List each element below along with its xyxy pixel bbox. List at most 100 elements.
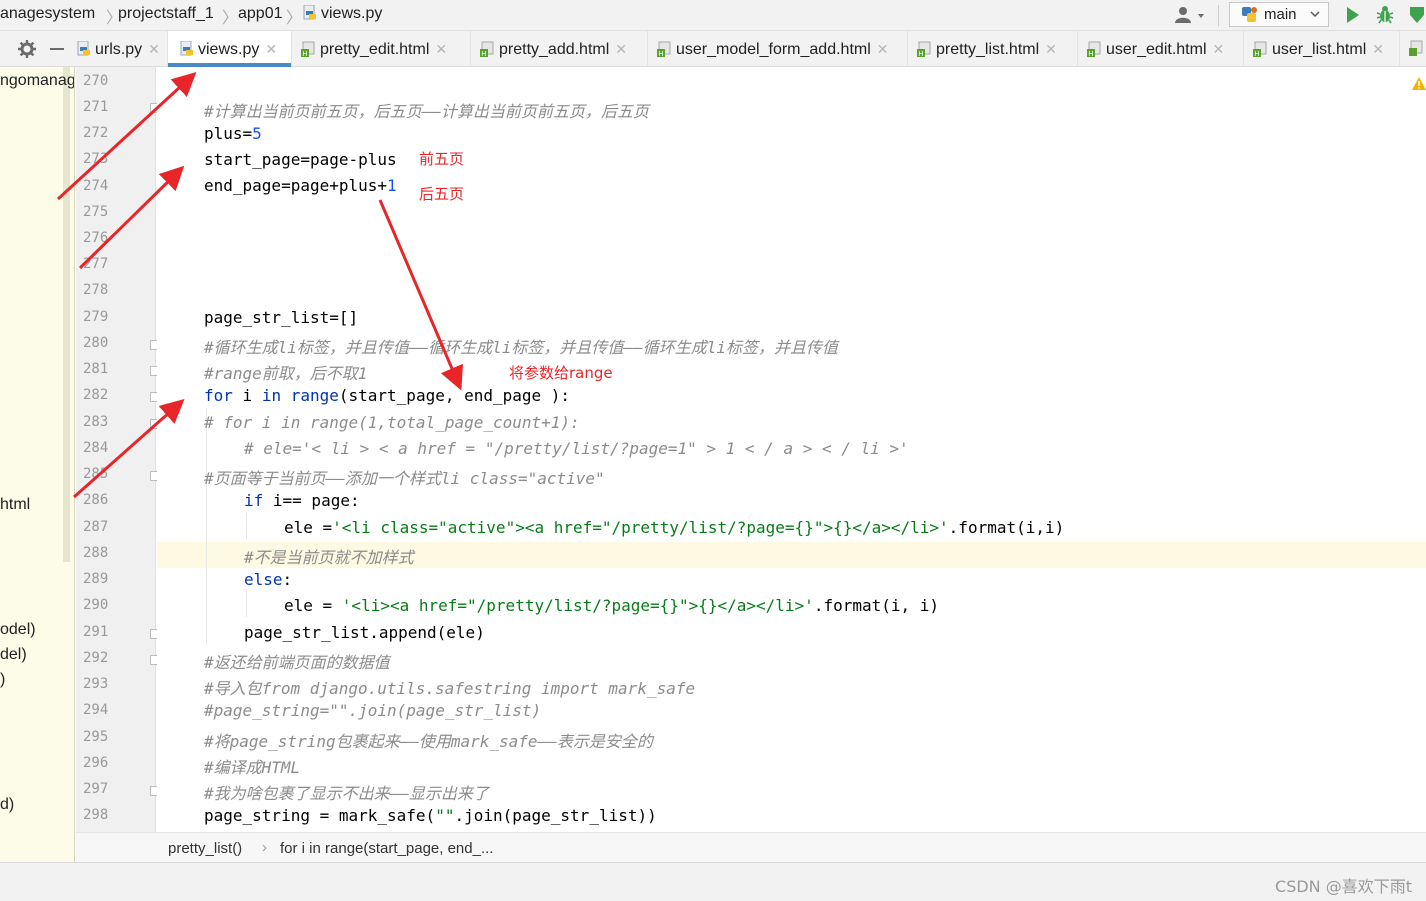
code-token: "" — [435, 806, 455, 825]
project-panel: ngomanage html odel) del) ) d) — [0, 67, 75, 862]
tab-user-list-html[interactable]: Huser_list.html ✕ — [1244, 31, 1400, 66]
code-token: page_string = mark_safe( — [204, 806, 436, 825]
close-icon[interactable]: ✕ — [1372, 41, 1384, 57]
close-icon[interactable]: ✕ — [877, 41, 889, 57]
code-line-297: #我为啥包裹了显示不出来——显示出来了 — [204, 784, 489, 803]
annotation-range-args: 将参数给range — [509, 364, 613, 382]
code-token: '<li><a href="/pretty/list/?page={}">{}<… — [341, 596, 814, 615]
run-icon[interactable] — [1345, 6, 1361, 24]
project-tree-item[interactable]: odel) — [0, 621, 36, 639]
line-number: 292 — [83, 650, 109, 666]
line-number: 274 — [83, 178, 109, 194]
tab-views-py[interactable]: views.py ✕ — [168, 31, 292, 67]
project-tree-item[interactable]: del) — [0, 646, 27, 664]
debug-icon[interactable] — [1376, 5, 1394, 25]
code-token: range — [281, 386, 339, 405]
tab-pretty-list-html[interactable]: Hpretty_list.html ✕ — [908, 31, 1078, 66]
breadcrumb-folder-app01[interactable]: app01 — [238, 5, 283, 23]
line-number: 289 — [83, 571, 109, 587]
tab-user-edit-html[interactable]: Huser_edit.html ✕ — [1078, 31, 1244, 66]
breadcrumb-folder-projectstaff[interactable]: projectstaff_1 — [118, 5, 214, 23]
code-token: if — [244, 491, 264, 510]
toolbar-divider — [1218, 5, 1219, 26]
breadcrumb-file[interactable]: views.py — [303, 5, 382, 23]
warning-icon[interactable] — [1412, 77, 1426, 90]
line-number: 281 — [83, 361, 109, 377]
line-number: 279 — [83, 309, 109, 325]
run-config-selector[interactable]: main — [1229, 2, 1329, 27]
close-icon[interactable]: ✕ — [615, 41, 627, 57]
status-bar: CSDN @喜欢下雨t — [0, 862, 1426, 901]
line-number: 270 — [83, 73, 109, 89]
tab-overflow[interactable] — [1400, 31, 1426, 66]
line-number: 291 — [83, 624, 109, 640]
breadcrumb-separator: 〉 — [222, 10, 239, 27]
breadcrumb-project[interactable]: anagesystem — [0, 5, 95, 23]
indent-guide — [246, 591, 247, 617]
navigation-bar: anagesystem 〉 projectstaff_1 〉 app01 〉 v… — [0, 0, 1426, 31]
line-number: 297 — [83, 781, 109, 797]
code-line-290: ele = '<li><a href="/pretty/list/?page={… — [284, 596, 939, 615]
code-line-298: page_string = mark_safe("".join(page_str… — [204, 806, 657, 825]
svg-text:H: H — [658, 50, 663, 57]
close-icon[interactable]: ✕ — [1213, 41, 1225, 57]
code-token: ele = — [284, 596, 342, 615]
chevron-down-icon — [1310, 11, 1320, 18]
code-token: : — [282, 570, 293, 589]
code-token: plus= — [204, 124, 253, 143]
code-token: 1 — [387, 176, 397, 195]
line-number: 275 — [83, 204, 109, 220]
user-account-icon[interactable] — [1174, 6, 1208, 24]
line-number: 287 — [83, 519, 109, 535]
code-token: ele = — [284, 518, 333, 537]
tab-user-model-form-add-html[interactable]: Huser_model_form_add.html ✕ — [648, 31, 908, 66]
close-icon[interactable]: ✕ — [148, 41, 160, 57]
line-number: 285 — [83, 466, 109, 482]
line-number: 273 — [83, 151, 109, 167]
line-number: 293 — [83, 676, 109, 692]
tab-label: user_list.html — [1272, 41, 1367, 58]
line-number: 284 — [83, 440, 109, 456]
tab-label: user_edit.html — [1106, 41, 1207, 58]
annotation-prev-five: 前五页 — [419, 150, 465, 168]
svg-text:H: H — [481, 50, 486, 57]
html-file-icon — [1409, 40, 1423, 56]
code-line-289: else: — [244, 570, 292, 589]
close-icon[interactable]: ✕ — [435, 41, 447, 57]
hide-panel-icon[interactable] — [50, 48, 64, 50]
code-line-271: #计算出当前页前五页，后五页——计算出当前页前五页，后五页 — [204, 102, 649, 121]
tab-label: views.py — [198, 41, 260, 58]
project-tree-item[interactable]: ngomanage — [0, 72, 74, 90]
project-tree-item[interactable]: html — [0, 496, 30, 514]
svg-text:H: H — [1088, 50, 1093, 57]
tab-pretty-add-html[interactable]: Hpretty_add.html ✕ — [471, 31, 648, 66]
project-tree-item[interactable]: d) — [0, 796, 14, 814]
close-icon[interactable]: ✕ — [1045, 41, 1057, 57]
tab-label: pretty_add.html — [499, 41, 610, 58]
code-editor[interactable]: #计算出当前页前五页，后五页——计算出当前页前五页，后五页 plus=5 sta… — [157, 67, 1426, 832]
project-tree-item[interactable]: ) — [0, 671, 5, 689]
code-line-274: end_page=page+plus+1 — [204, 176, 397, 195]
watermark: CSDN @喜欢下雨t — [1275, 877, 1412, 896]
code-line-287: ele ='<li class="active"><a href="/prett… — [284, 518, 1064, 537]
tab-urls-py[interactable]: urls.py ✕ — [73, 31, 168, 66]
gear-icon[interactable] — [18, 40, 36, 58]
line-number: 298 — [83, 807, 109, 823]
code-line-273: start_page=page-plus — [204, 150, 397, 169]
code-token: (start_page, end_page ): — [338, 386, 571, 405]
tab-label: user_model_form_add.html — [676, 41, 871, 58]
code-token: i — [232, 386, 262, 405]
line-number: 288 — [83, 545, 109, 561]
code-token: 5 — [252, 124, 262, 143]
line-number: 295 — [83, 729, 109, 745]
line-number: 272 — [83, 125, 109, 141]
code-token: else — [244, 570, 283, 589]
coverage-icon[interactable] — [1408, 5, 1426, 25]
project-scrollbar[interactable] — [63, 67, 70, 562]
tab-pretty-edit-html[interactable]: Hpretty_edit.html ✕ — [292, 31, 471, 66]
code-breadcrumb-loop[interactable]: for i in range(start_page, end_... — [280, 840, 493, 857]
line-number: 286 — [83, 492, 109, 508]
code-breadcrumb-function[interactable]: pretty_list() — [168, 840, 242, 857]
svg-text:H: H — [302, 50, 307, 57]
close-icon[interactable]: ✕ — [265, 41, 277, 57]
